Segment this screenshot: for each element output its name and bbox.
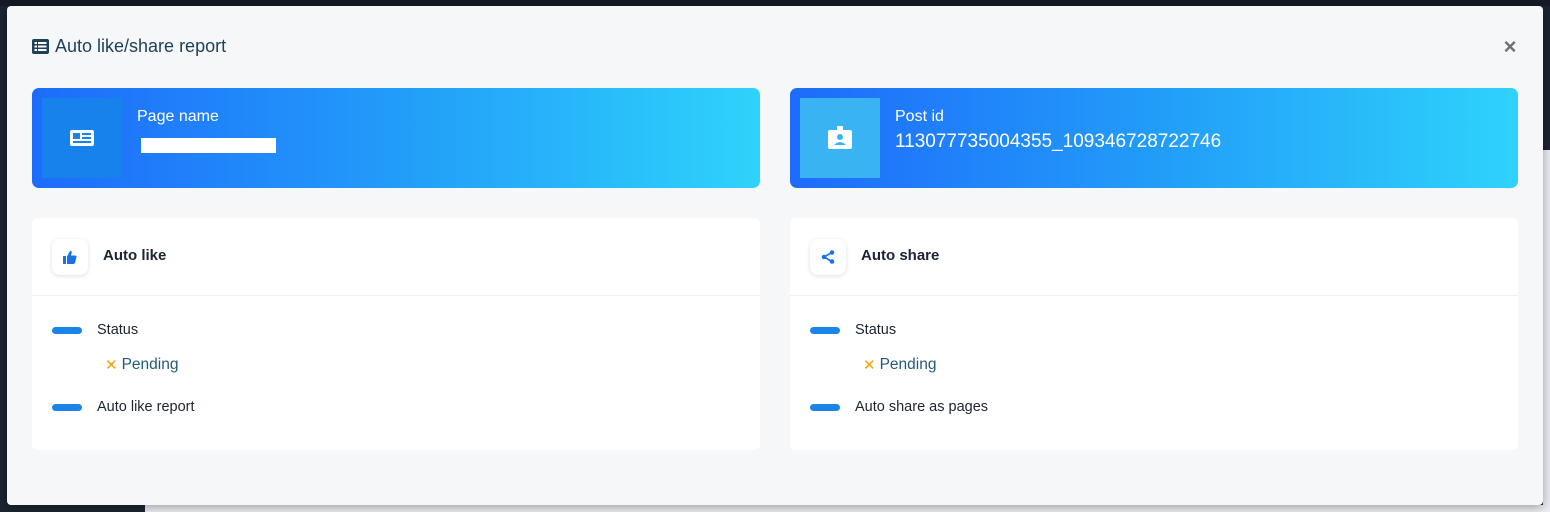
auto-like-status-row: Status [52, 322, 138, 338]
page-name-label: Page name [137, 108, 219, 125]
pending-text: Pending [121, 356, 179, 373]
auto-share-pages-label: Auto share as pages [855, 399, 989, 415]
share-icon-box [810, 239, 846, 275]
background-content-bottom [145, 505, 1550, 512]
thumbs-up-icon [63, 250, 77, 264]
auto-share-panel: Auto share Status ✕ Pending Auto share a… [790, 218, 1518, 450]
modal-title-text: Auto like/share report [55, 36, 227, 56]
bullet-pill [52, 326, 82, 334]
page-name-card: Page name [32, 88, 760, 188]
list-icon [32, 39, 49, 54]
x-icon: ✕ [863, 357, 876, 374]
bullet-pill [810, 403, 840, 411]
report-modal: Auto like/share report × Page name Post … [7, 6, 1543, 505]
background-content-edge [1543, 150, 1550, 512]
redacted-page-name [141, 138, 276, 153]
auto-like-header: Auto like [32, 218, 760, 296]
share-icon [821, 250, 835, 264]
newspaper-icon [70, 130, 94, 146]
auto-like-status-value: ✕ Pending [105, 356, 178, 374]
modal-title: Auto like/share report [32, 36, 226, 57]
close-button[interactable]: × [1497, 34, 1523, 60]
bullet-pill [810, 326, 840, 334]
auto-share-status-row: Status [810, 322, 896, 338]
auto-like-panel: Auto like Status ✕ Pending Auto like rep… [32, 218, 760, 450]
close-icon: × [1503, 34, 1517, 59]
post-icon-box [800, 98, 880, 178]
post-id-label: Post id [895, 108, 944, 125]
thumbs-up-icon-box [52, 239, 88, 275]
auto-like-report-label: Auto like report [97, 399, 195, 415]
x-icon: ✕ [105, 357, 118, 374]
modal-header: Auto like/share report × [7, 6, 1543, 86]
status-label: Status [855, 322, 897, 338]
auto-like-title: Auto like [103, 247, 167, 264]
post-id-value: 113077735004355_109346728722746 [895, 131, 1222, 152]
pending-text: Pending [879, 356, 937, 373]
auto-share-status-value: ✕ Pending [863, 356, 936, 374]
auto-share-title: Auto share [861, 247, 940, 264]
bullet-pill [52, 403, 82, 411]
auto-share-header: Auto share [790, 218, 1518, 296]
auto-like-report-row: Auto like report [52, 399, 195, 415]
status-label: Status [97, 322, 139, 338]
auto-share-pages-row: Auto share as pages [810, 399, 988, 415]
post-id-card: Post id 113077735004355_109346728722746 [790, 88, 1518, 188]
page-icon-box [42, 98, 122, 178]
id-badge-icon [828, 126, 852, 149]
